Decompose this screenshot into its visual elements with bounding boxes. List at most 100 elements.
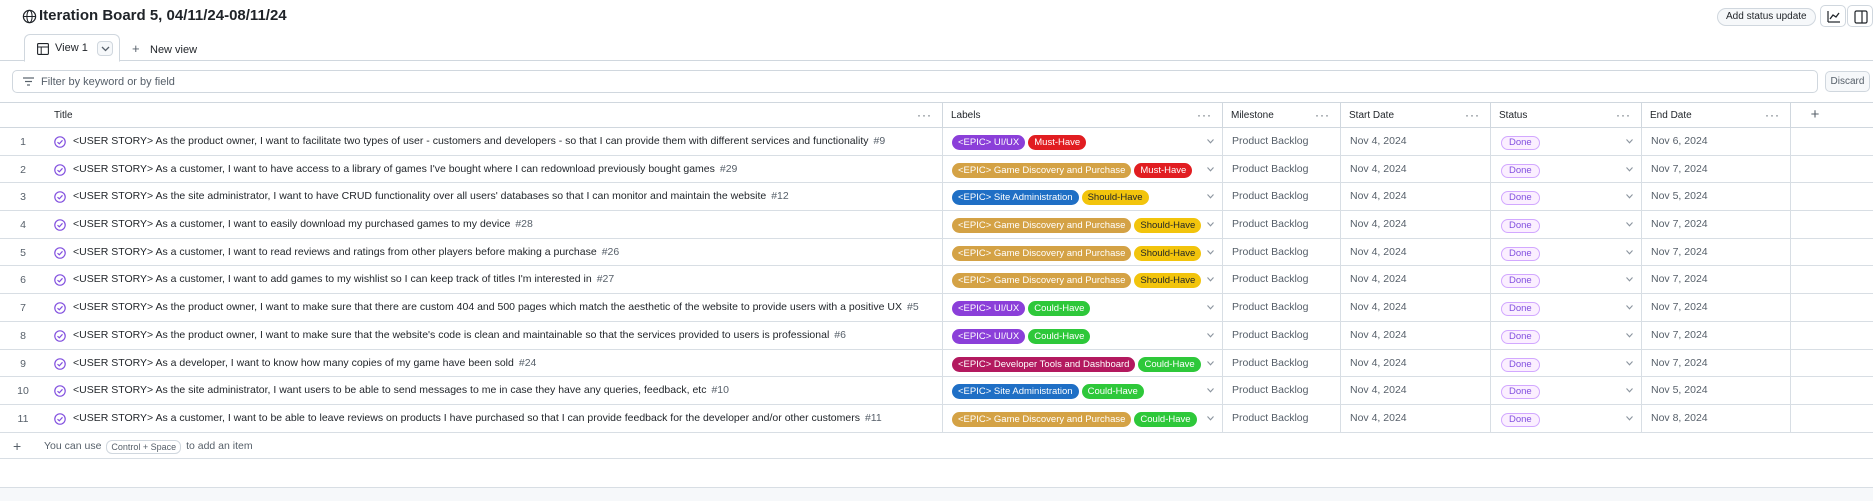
end-date-cell[interactable]: Nov 5, 2024 [1642,183,1791,211]
label-badge[interactable]: <EPIC> Site Administration [952,190,1079,206]
label-badge[interactable]: Should-Have [1134,273,1202,289]
column-menu-icon[interactable]: ··· [1315,103,1330,128]
add-item-row[interactable]: + You can use Control + Space to add an … [0,433,1873,459]
sidebar-toggle-button[interactable] [1847,5,1873,27]
chevron-down-icon[interactable] [1626,360,1633,366]
chevron-down-icon[interactable] [1626,222,1633,227]
insights-button[interactable] [1820,5,1846,27]
chevron-down-icon[interactable] [1207,416,1214,421]
title-cell[interactable]: <USER STORY> As a customer, I want to ha… [46,155,943,183]
new-view-button[interactable]: + New view [132,41,197,56]
milestone-cell[interactable]: Product Backlog [1223,349,1341,377]
chevron-down-icon[interactable] [1207,249,1214,255]
filter-input[interactable]: Filter by keyword or by field [12,70,1818,93]
status-cell[interactable]: Done [1491,238,1642,266]
chevron-down-icon[interactable] [1207,194,1214,199]
end-date-cell[interactable]: Nov 6, 2024 [1642,128,1791,155]
title-cell[interactable]: <USER STORY> As a customer, I want to ad… [46,266,943,294]
status-cell[interactable]: Done [1491,128,1642,155]
table-row[interactable]: 6 <USER STORY> As a customer, I want to a… [0,266,1873,295]
end-date-cell[interactable]: Nov 7, 2024 [1642,238,1791,266]
column-menu-icon[interactable]: ··· [1616,103,1631,128]
chevron-down-icon[interactable] [1207,277,1214,283]
chevron-down-icon[interactable] [1626,166,1633,172]
title-cell[interactable]: <USER STORY> As a customer, I want to ea… [46,211,943,238]
chevron-down-icon[interactable] [1207,360,1214,366]
status-cell[interactable]: Done [1491,155,1642,183]
start-date-cell[interactable]: Nov 4, 2024 [1341,238,1491,266]
labels-cell[interactable]: <EPIC> UI/UX Must-Have [943,128,1223,155]
labels-cell[interactable]: <EPIC> Game Discovery and Purchase Should… [943,266,1223,294]
label-badge[interactable]: <EPIC> Game Discovery and Purchase [952,411,1132,427]
milestone-cell[interactable]: Product Backlog [1223,183,1341,211]
label-badge[interactable]: Could-Have [1028,328,1091,344]
title-cell[interactable]: <USER STORY> As the site administrator, … [46,183,943,211]
label-badge[interactable]: Must-Have [1028,135,1087,150]
labels-cell[interactable]: <EPIC> UI/UX Could-Have [943,321,1223,349]
start-date-cell[interactable]: Nov 4, 2024 [1341,404,1491,432]
end-date-cell[interactable]: Nov 7, 2024 [1642,294,1791,321]
labels-cell[interactable]: <EPIC> Site Administration Should-Have [943,183,1223,211]
table-row[interactable]: 8 <USER STORY> As the product owner, I wa… [0,321,1873,350]
label-badge[interactable]: <EPIC> UI/UX [952,328,1026,344]
title-cell[interactable]: <USER STORY> As a developer, I want to k… [46,349,943,377]
tab-view-1[interactable]: View 1 [24,34,120,62]
chevron-down-icon[interactable] [1207,139,1214,144]
column-menu-icon[interactable]: ··· [1465,103,1480,128]
add-field-button[interactable]: + [1800,103,1830,128]
label-badge[interactable]: Should-Have [1081,190,1149,206]
label-badge[interactable]: <EPIC> Site Administration [952,384,1079,400]
issue-title[interactable]: <USER STORY> As a customer, I want to ad… [73,273,614,285]
table-row[interactable]: 7 <USER STORY> As the product owner, I wa… [0,294,1873,322]
title-cell[interactable]: <USER STORY> As a customer, I want to re… [46,238,943,266]
label-badge[interactable]: Should-Have [1134,245,1202,261]
chevron-down-icon[interactable] [1626,139,1633,144]
milestone-cell[interactable]: Product Backlog [1223,155,1341,183]
end-date-cell[interactable]: Nov 5, 2024 [1642,377,1791,404]
issue-title[interactable]: <USER STORY> As the site administrator, … [73,384,729,396]
milestone-cell[interactable]: Product Backlog [1223,321,1341,349]
title-cell[interactable]: <USER STORY> As the product owner, I wan… [46,321,943,349]
milestone-cell[interactable]: Product Backlog [1223,377,1341,404]
issue-title[interactable]: <USER STORY> As a customer, I want to ha… [73,163,737,175]
status-cell[interactable]: Done [1491,377,1642,404]
milestone-cell[interactable]: Product Backlog [1223,404,1341,432]
column-header-start-date[interactable]: Start Date ··· [1341,103,1491,128]
milestone-cell[interactable]: Product Backlog [1223,294,1341,321]
start-date-cell[interactable]: Nov 4, 2024 [1341,349,1491,377]
plus-icon[interactable]: + [13,438,21,454]
table-row[interactable]: 10 <USER STORY> As the site administrator… [0,377,1873,405]
label-badge[interactable]: <EPIC> Developer Tools and Dashboard [952,356,1136,372]
issue-title[interactable]: <USER STORY> As a customer, I want to ea… [73,218,533,230]
end-date-cell[interactable]: Nov 7, 2024 [1642,266,1791,294]
chevron-down-icon[interactable] [1207,305,1214,310]
status-cell[interactable]: Done [1491,349,1642,377]
status-cell[interactable]: Done [1491,294,1642,321]
end-date-cell[interactable]: Nov 7, 2024 [1642,211,1791,238]
column-menu-icon[interactable]: ··· [917,103,932,128]
chevron-down-icon[interactable] [1207,388,1214,393]
table-row[interactable]: 5 <USER STORY> As a customer, I want to r… [0,238,1873,267]
table-row[interactable]: 1 <USER STORY> As the product owner, I wa… [0,128,1873,156]
issue-title[interactable]: <USER STORY> As a customer, I want to be… [73,412,882,424]
column-header-end-date[interactable]: End Date ··· [1642,103,1791,128]
title-cell[interactable]: <USER STORY> As the site administrator, … [46,377,943,404]
end-date-cell[interactable]: Nov 7, 2024 [1642,155,1791,183]
label-badge[interactable]: <EPIC> UI/UX [952,135,1026,150]
chevron-down-icon[interactable] [1207,222,1214,227]
end-date-cell[interactable]: Nov 7, 2024 [1642,321,1791,349]
label-badge[interactable]: <EPIC> UI/UX [952,301,1026,317]
table-row[interactable]: 11 <USER STORY> As a customer, I want to … [0,404,1873,433]
column-header-milestone[interactable]: Milestone ··· [1223,103,1341,128]
label-badge[interactable]: Could-Have [1138,356,1201,372]
labels-cell[interactable]: <EPIC> Game Discovery and Purchase Should… [943,238,1223,266]
label-badge[interactable]: Should-Have [1134,218,1202,234]
issue-title[interactable]: <USER STORY> As a customer, I want to re… [73,246,619,258]
milestone-cell[interactable]: Product Backlog [1223,238,1341,266]
status-cell[interactable]: Done [1491,266,1642,294]
status-cell[interactable]: Done [1491,183,1642,211]
labels-cell[interactable]: <EPIC> Developer Tools and Dashboard Coul… [943,349,1223,377]
add-status-update-button[interactable]: Add status update [1717,8,1816,26]
status-cell[interactable]: Done [1491,404,1642,432]
labels-cell[interactable]: <EPIC> Game Discovery and Purchase Could-… [943,404,1223,432]
